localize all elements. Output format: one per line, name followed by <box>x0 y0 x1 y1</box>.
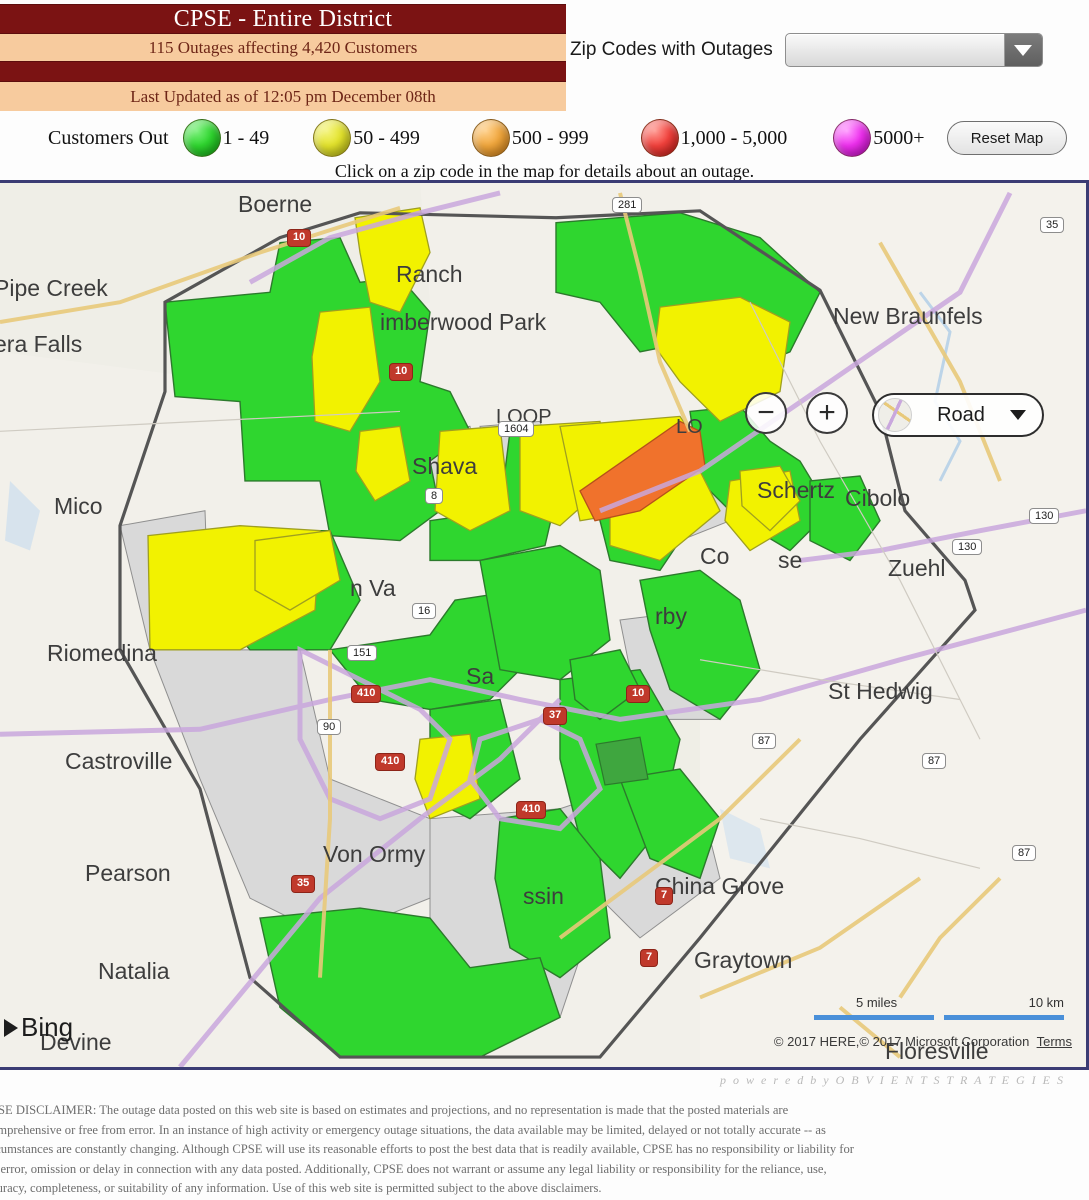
legend-item-50-499: 50 - 499 <box>313 119 420 157</box>
highway-shield-icon: 151 <box>347 645 377 661</box>
legend-label: 5000+ <box>873 127 924 150</box>
powered-by-obvient: p o w e r e d b y O B V I E N T S T R A … <box>720 1073 1065 1088</box>
attribution-text: © 2017 HERE,© 2017 Microsoft Corporation <box>774 1034 1029 1049</box>
terms-link[interactable]: Terms <box>1037 1034 1072 1049</box>
highway-shield-icon: 10 <box>626 685 650 703</box>
disclaimer-line: curacy, completeness, or suitability of … <box>0 1179 1075 1199</box>
legend-dot-yellow <box>313 119 351 157</box>
highway-shield-icon: 410 <box>375 753 405 771</box>
highway-shield-icon: 35 <box>291 875 315 893</box>
disclaimer-line: rcumstances are constantly changing. Alt… <box>0 1140 1075 1160</box>
bing-logo-text: Bing <box>21 1012 73 1043</box>
chevron-down-icon[interactable] <box>1010 410 1026 420</box>
highway-shield-icon: 1604 <box>498 421 534 437</box>
map-attribution: © 2017 HERE,© 2017 Microsoft Corporation… <box>774 1034 1072 1049</box>
legend-item-1-49: 1 - 49 <box>183 119 270 157</box>
legend-title: Customers Out <box>48 127 169 150</box>
map-view-mode-selector[interactable]: Road <box>872 393 1044 437</box>
status-banner: CPSE - Entire District 115 Outages affec… <box>0 4 566 111</box>
legend-label: 500 - 999 <box>512 127 589 150</box>
bing-logo[interactable]: Bing <box>4 1012 73 1043</box>
highway-shield-icon: 87 <box>752 733 776 749</box>
outage-summary: 115 Outages affecting 4,420 Customers <box>0 34 566 61</box>
legend-label: 1,000 - 5,000 <box>681 127 788 150</box>
highway-shield-icon: 410 <box>516 801 546 819</box>
legend-dot-red <box>641 119 679 157</box>
page-title: CPSE - Entire District <box>0 4 566 34</box>
highway-shield-icon: 7 <box>655 887 673 905</box>
banner-divider <box>0 61 566 82</box>
highway-shield-icon: 281 <box>612 197 642 213</box>
legend-item-1000-5000: 1,000 - 5,000 <box>641 119 788 157</box>
legend-dot-orange <box>472 119 510 157</box>
legend-label: 50 - 499 <box>353 127 420 150</box>
highway-shield-icon: 7 <box>640 949 658 967</box>
map-thumbnail-icon <box>878 398 912 432</box>
zip-code-selector: Zip Codes with Outages <box>570 28 1085 72</box>
scale-line-miles <box>814 1015 934 1020</box>
disclaimer-line: PSE DISCLAIMER: The outage data posted o… <box>0 1101 1075 1121</box>
highway-shield-icon: 10 <box>287 229 311 247</box>
disclaimer-line: omprehensive or free from error. In an i… <box>0 1121 1075 1141</box>
highway-shield-icon: 37 <box>543 707 567 725</box>
highway-shield-icon: 16 <box>412 603 436 619</box>
zoom-out-icon: − <box>757 399 775 427</box>
zip-selector-label: Zip Codes with Outages <box>570 39 773 61</box>
highway-shield-icon: 130 <box>952 539 982 555</box>
legend-dot-magenta <box>833 119 871 157</box>
reset-map-button[interactable]: Reset Map <box>947 121 1067 155</box>
map-instruction-text: Click on a zip code in the map for detai… <box>0 161 1089 182</box>
scale-miles: 5 miles <box>856 995 897 1010</box>
zoom-out-button[interactable]: − <box>745 392 787 434</box>
disclaimer-text: PSE DISCLAIMER: The outage data posted o… <box>0 1097 1089 1200</box>
chevron-down-icon[interactable] <box>1004 34 1042 66</box>
highway-shield-icon: 87 <box>1012 845 1036 861</box>
legend: Customers Out 1 - 49 50 - 499 500 - 999 … <box>0 113 1089 163</box>
bing-mark-icon <box>4 1019 18 1037</box>
disclaimer-line: y error, omission or delay in connection… <box>0 1160 1075 1180</box>
highway-shield-icon: 130 <box>1029 508 1059 524</box>
last-updated: Last Updated as of 12:05 pm December 08t… <box>0 82 566 111</box>
legend-item-500-999: 500 - 999 <box>472 119 589 157</box>
highway-shield-icon: 10 <box>389 363 413 381</box>
zip-select-dropdown[interactable] <box>785 33 1043 67</box>
highway-shield-icon: 8 <box>425 488 443 504</box>
legend-dot-green <box>183 119 221 157</box>
highway-shield-icon: 35 <box>1040 217 1064 233</box>
highway-shield-icon: 87 <box>922 753 946 769</box>
scale-km: 10 km <box>1029 995 1064 1010</box>
highway-shield-icon: 410 <box>351 685 381 703</box>
highway-shield-icon: 90 <box>317 719 341 735</box>
map-canvas[interactable] <box>0 183 1086 1067</box>
zoom-in-button[interactable]: + <box>806 392 848 434</box>
map-scale-bar: 5 miles 10 km <box>804 995 1072 1023</box>
zoom-in-icon: + <box>818 399 836 427</box>
legend-item-5000-plus: 5000+ <box>833 119 924 157</box>
outage-map[interactable]: BoernePipe Creekera FallsMicoRiomedinaCa… <box>0 180 1089 1070</box>
scale-line-km <box>944 1015 1064 1020</box>
map-view-mode-label: Road <box>912 404 1010 427</box>
legend-label: 1 - 49 <box>223 127 270 150</box>
